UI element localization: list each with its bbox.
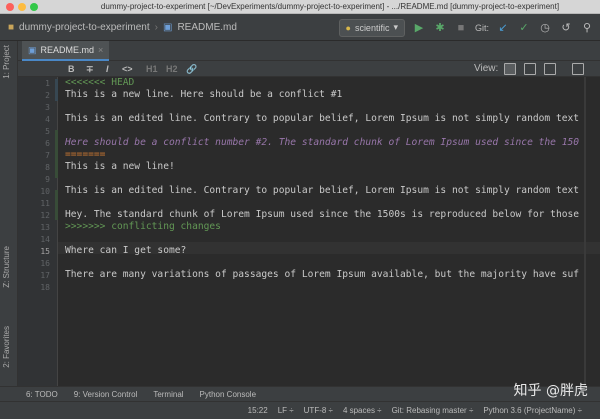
vcs-commit-icon[interactable]: ✓ — [517, 21, 531, 35]
breadcrumb-file[interactable]: README.md — [177, 22, 236, 33]
view-label: View: — [474, 63, 499, 74]
code-line: This is an edited line. Contrary to popu… — [65, 113, 580, 124]
minimize-window-button[interactable] — [18, 2, 26, 11]
line-number-current: 15 — [40, 247, 50, 256]
line-number: 13 — [40, 223, 50, 232]
markdown-toolbar: B ∓ I <> H1 H2 🔗 View: — [18, 61, 600, 77]
project-tool-tab[interactable]: 1: Project — [2, 45, 11, 79]
code-line: Hey. The standard chunk of Lorem Ipsum u… — [65, 209, 580, 220]
change-marker — [55, 190, 58, 220]
search-icon[interactable]: ⚲ — [580, 21, 594, 35]
git-branch-widget[interactable]: Git: Rebasing master ÷ — [392, 406, 474, 415]
strikethrough-button[interactable]: ∓ — [86, 61, 94, 77]
left-tool-strip: 1: Project Z: Structure 2: Favorites — [0, 41, 18, 386]
code-line-current: Where can I get some? — [65, 245, 187, 256]
window-title: dummy-project-to-experiment [~/DevExperi… — [100, 2, 560, 11]
caret-position[interactable]: 15:22 — [248, 406, 268, 415]
interpreter-select[interactable]: Python 3.6 (ProjectName) ÷ — [483, 406, 582, 415]
debug-icon[interactable]: ✱ — [433, 21, 447, 35]
code-line: This is an edited line. Contrary to popu… — [65, 185, 580, 196]
close-icon[interactable]: × — [98, 45, 103, 55]
git-label: Git: — [474, 22, 489, 33]
line-number: 9 — [45, 175, 50, 184]
history-icon[interactable]: ◷ — [538, 21, 552, 35]
line-number-gutter: 1 2 3 4 5 6 7 8 9 10 11 12 13 14 15 16 1… — [18, 77, 58, 386]
split-view-icon[interactable] — [524, 63, 536, 75]
line-number: 5 — [45, 127, 50, 136]
line-separator-select[interactable]: LF ÷ — [278, 406, 294, 415]
tab-readme[interactable]: ▣ README.md × — [22, 41, 110, 61]
bold-button[interactable]: B — [68, 61, 75, 77]
status-bar: 15:22 LF ÷ UTF-8 ÷ 4 spaces ÷ Git: Rebas… — [0, 401, 600, 419]
navigation-bar: ■ dummy-project-to-experiment › ▣ README… — [0, 14, 600, 41]
markdown-file-icon: ▣ — [163, 21, 173, 33]
run-icon[interactable]: ▶ — [412, 21, 426, 35]
run-configuration-select[interactable]: ● scientific ▾ — [338, 18, 405, 37]
link-button[interactable]: 🔗 — [186, 61, 197, 77]
stop-icon[interactable]: ■ — [454, 21, 468, 35]
encoding-select[interactable]: UTF-8 ÷ — [304, 406, 333, 415]
watermark: 知乎 @胖虎 — [513, 383, 588, 399]
chevron-down-icon: ▾ — [393, 22, 398, 32]
breadcrumb-separator: › — [154, 21, 158, 33]
editor-only-view-icon[interactable] — [504, 63, 516, 75]
code-line: <<<<<<< HEAD — [65, 77, 135, 88]
h2-button[interactable]: H2 — [166, 61, 178, 77]
breadcrumb-project[interactable]: dummy-project-to-experiment — [19, 22, 150, 33]
markdown-file-icon: ▣ — [28, 44, 37, 55]
vcs-update-icon[interactable]: ↙ — [496, 21, 510, 35]
h1-button[interactable]: H1 — [146, 61, 158, 77]
line-number: 18 — [40, 283, 50, 292]
code-button[interactable]: <> — [122, 61, 133, 77]
line-number: 12 — [40, 211, 50, 220]
error-stripe[interactable] — [584, 77, 586, 386]
line-number: 1 — [45, 79, 50, 88]
run-configuration-label: scientific — [354, 22, 390, 33]
code-line: There are many variations of passages of… — [65, 269, 580, 280]
code-line: This is a new line. Here should be a con… — [65, 89, 343, 100]
line-number: 3 — [45, 103, 50, 112]
change-marker — [55, 130, 58, 178]
change-marker — [55, 79, 58, 101]
line-number: 6 — [45, 139, 50, 148]
close-window-button[interactable] — [6, 2, 14, 11]
window-controls — [6, 2, 38, 11]
bottom-tool-strip: 6: TODO 9: Version Control Terminal Pyth… — [0, 386, 600, 401]
todo-tool-tab[interactable]: 6: TODO — [26, 390, 58, 399]
line-number: 7 — [45, 151, 50, 160]
folder-icon: ■ — [8, 21, 15, 33]
line-number: 2 — [45, 91, 50, 100]
line-number: 16 — [40, 259, 50, 268]
zoom-window-button[interactable] — [30, 2, 38, 11]
code-line: ======= — [65, 149, 106, 160]
code-line: >>>>>>> conflicting changes — [65, 221, 221, 232]
structure-tool-tab[interactable]: Z: Structure — [2, 246, 11, 288]
line-number: 8 — [45, 163, 50, 172]
code-line: This is a new line! — [65, 161, 175, 172]
editor-tab-bar: ▣ README.md × — [18, 41, 600, 61]
toggle-panel-icon[interactable] — [572, 63, 584, 75]
line-number: 10 — [40, 187, 50, 196]
indent-select[interactable]: 4 spaces ÷ — [343, 406, 382, 415]
line-number: 17 — [40, 271, 50, 280]
code-editor[interactable]: 1 2 3 4 5 6 7 8 9 10 11 12 13 14 15 16 1… — [18, 77, 600, 386]
tab-label: README.md — [40, 45, 95, 55]
favorites-tool-tab[interactable]: 2: Favorites — [2, 326, 11, 368]
python-icon: ● — [345, 22, 351, 33]
terminal-tool-tab[interactable]: Terminal — [153, 390, 183, 399]
version-control-tool-tab[interactable]: 9: Version Control — [74, 390, 138, 399]
italic-button[interactable]: I — [106, 61, 109, 77]
python-console-tool-tab[interactable]: Python Console — [200, 390, 256, 399]
code-line: Here should be a conflict number #2. The… — [65, 137, 580, 148]
line-number: 4 — [45, 115, 50, 124]
line-number: 14 — [40, 235, 50, 244]
revert-icon[interactable]: ↺ — [559, 21, 573, 35]
line-number: 11 — [40, 199, 50, 208]
title-bar: dummy-project-to-experiment [~/DevExperi… — [0, 0, 600, 14]
preview-only-view-icon[interactable] — [544, 63, 556, 75]
